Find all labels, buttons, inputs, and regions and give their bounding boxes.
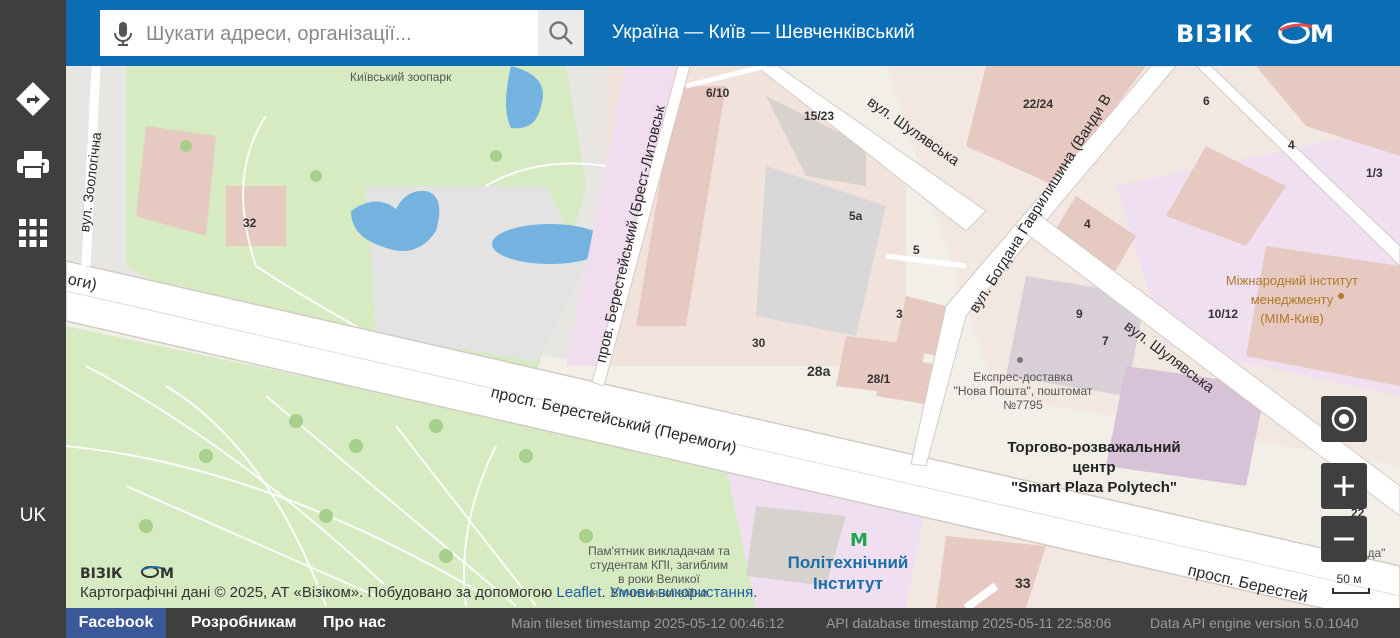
poi-label-nova-poshta-line1: Експрес-доставка <box>973 370 1073 384</box>
search-button[interactable] <box>538 10 584 56</box>
plus-icon <box>1334 476 1354 496</box>
house-number: 5а <box>849 209 863 223</box>
poi-label-nova-poshta-line3: №7795 <box>1003 398 1043 412</box>
footer: Facebook Розробникам Про нас Main tilese… <box>66 608 1400 638</box>
directions-icon <box>16 82 50 116</box>
zoom-out-button[interactable] <box>1321 516 1367 562</box>
sidebar: UK <box>0 0 66 638</box>
search-box <box>100 10 584 58</box>
vizicom-logo: ВІЗІК M <box>1176 20 1334 48</box>
house-number: 1/3 <box>1366 166 1383 180</box>
print-button[interactable] <box>0 134 66 196</box>
map-view[interactable]: M просп. Берестейський (Перемоги) оги) п… <box>66 66 1400 608</box>
poi-label-metro[interactable]: Політехнічний Інститут <box>778 552 918 594</box>
apps-button[interactable] <box>0 202 66 264</box>
poi-label-monument-line1: Пам'ятник викладачам та <box>588 544 730 558</box>
engine-version: Data API engine version 5.0.1040 <box>1150 615 1359 631</box>
house-number: 22/24 <box>1023 97 1054 111</box>
poi-label-metro-line1: Політехнічний <box>787 553 909 572</box>
language-switch[interactable]: UK <box>0 496 66 536</box>
scale-bar <box>1332 588 1370 594</box>
poi-label-smart-plaza[interactable]: Торгово-розважальний центр "Smart Plaza … <box>996 438 1192 498</box>
house-number: 10/12 <box>1208 307 1239 321</box>
svg-text:ВІЗІК: ВІЗІК <box>80 566 123 580</box>
house-number: 7 <box>1102 334 1109 348</box>
minus-icon <box>1334 537 1354 541</box>
poi-label-zoo[interactable]: Київський зоопарк <box>350 70 451 84</box>
attribution-separator: . <box>601 584 610 601</box>
poi-label-nova-poshta-line2: "Нова Пошта", поштомат <box>953 384 1093 398</box>
map-watermark-logo: ВІЗІК M <box>80 564 192 585</box>
poi-label-smart-plaza-line2: центр <box>1072 459 1116 476</box>
house-number: 28/1 <box>867 372 891 386</box>
about-link[interactable]: Про нас <box>323 608 386 638</box>
house-number: 5 <box>913 243 920 257</box>
svg-text:M: M <box>1310 20 1334 48</box>
developers-link[interactable]: Розробникам <box>191 608 296 638</box>
house-number: 15/23 <box>804 109 835 123</box>
house-number: 33 <box>1015 575 1031 591</box>
header: Україна — Київ — Шевченківський ВІЗІК M <box>66 0 1400 66</box>
house-number: 6/10 <box>706 86 730 100</box>
house-number: 30 <box>752 336 766 350</box>
facebook-link[interactable]: Facebook <box>66 608 166 638</box>
poi-label-mim-line1: Міжнародний інститут <box>1225 273 1359 288</box>
terms-link[interactable]: Умови використання. <box>610 584 758 601</box>
poi-label-smart-plaza-line1: Торгово-розважальний <box>1007 439 1181 456</box>
brand-logo[interactable]: ВІЗІК M <box>1176 18 1352 53</box>
microphone-icon[interactable] <box>112 21 134 47</box>
tileset-timestamp: Main tileset timestamp 2025-05-12 00:46:… <box>511 615 785 631</box>
poi-label-smart-plaza-line3: "Smart Plaza Polytech" <box>1011 479 1177 496</box>
attribution-text: Картографічні дані © 2025, АТ «Візіком».… <box>80 584 557 601</box>
api-db-timestamp: API database timestamp 2025-05-11 22:58:… <box>826 615 1112 631</box>
house-number: 4 <box>1288 138 1295 152</box>
house-number: 9 <box>1076 307 1083 321</box>
leaflet-link[interactable]: Leaflet <box>556 584 601 601</box>
locate-button[interactable] <box>1321 396 1367 442</box>
svg-text:M: M <box>160 566 174 580</box>
scale-label: 50 м <box>1336 572 1362 586</box>
vizicom-small-logo: ВІЗІК M <box>80 566 174 582</box>
house-number: 3 <box>896 307 903 321</box>
house-number: 28а <box>807 363 831 379</box>
poi-label-monument-line2: студентам КПІ, загиблим <box>589 558 729 572</box>
zoom-in-button[interactable] <box>1321 463 1367 509</box>
house-number: 32 <box>243 216 257 230</box>
breadcrumb[interactable]: Україна — Київ — Шевченківський <box>612 22 915 44</box>
apps-grid-icon <box>19 219 47 247</box>
map-tiles: M <box>66 66 1400 608</box>
house-number: 4 <box>1084 217 1091 231</box>
svg-text:ВІЗІК: ВІЗІК <box>1176 20 1254 48</box>
search-icon <box>549 21 573 45</box>
directions-button[interactable] <box>0 68 66 130</box>
house-number: 6 <box>1203 94 1210 108</box>
map-attribution: Картографічні дані © 2025, АТ «Візіком».… <box>80 584 757 601</box>
poi-label-metro-line2: Інститут <box>813 574 883 593</box>
locate-icon <box>1331 406 1357 432</box>
print-icon <box>17 151 49 180</box>
search-input[interactable] <box>144 10 538 58</box>
poi-label-nova-poshta[interactable]: Експрес-доставка "Нова Пошта", поштомат … <box>940 370 1106 412</box>
svg-text:M: M <box>850 530 868 551</box>
